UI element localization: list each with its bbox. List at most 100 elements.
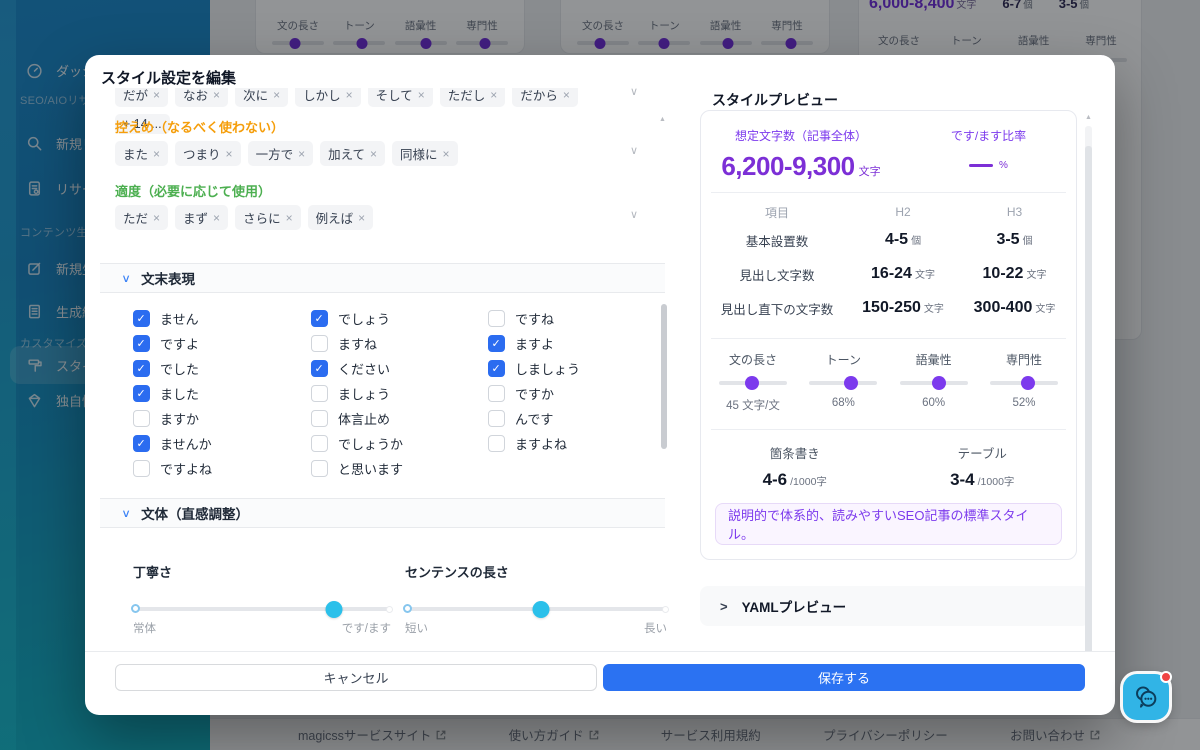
tag-chip[interactable]: ただ× bbox=[115, 205, 168, 230]
checkbox-icon[interactable] bbox=[133, 385, 150, 402]
chevron-down-icon[interactable]: ∨ bbox=[630, 88, 638, 98]
checkbox-icon[interactable] bbox=[311, 360, 328, 377]
ending-option[interactable]: しましょう bbox=[488, 360, 665, 377]
checkbox-icon[interactable] bbox=[311, 460, 328, 477]
slider[interactable] bbox=[719, 381, 787, 385]
checkbox-icon[interactable] bbox=[133, 410, 150, 427]
remove-icon[interactable]: × bbox=[286, 212, 293, 224]
tag-chip[interactable]: また× bbox=[115, 141, 168, 166]
ending-option[interactable]: ですね bbox=[488, 310, 665, 327]
checkbox-icon[interactable] bbox=[133, 435, 150, 452]
tag-chip[interactable]: ただし× bbox=[440, 88, 506, 107]
remove-icon[interactable]: × bbox=[273, 89, 280, 101]
checkbox-icon[interactable] bbox=[488, 435, 505, 452]
remove-icon[interactable]: × bbox=[370, 148, 377, 160]
remove-icon[interactable]: × bbox=[213, 89, 220, 101]
slider-thumb[interactable] bbox=[844, 376, 858, 390]
chevron-down-icon[interactable]: ∨ bbox=[630, 144, 638, 157]
ending-option[interactable]: んです bbox=[488, 410, 665, 427]
ending-option[interactable]: ましょう bbox=[311, 385, 488, 402]
tag-chip[interactable]: 加えて× bbox=[320, 141, 385, 166]
yaml-preview-toggle[interactable]: > YAMLプレビュー bbox=[700, 586, 1090, 626]
chevron-right-icon: > bbox=[720, 599, 728, 614]
tag-chip[interactable]: だが× bbox=[115, 88, 168, 107]
tag-chip[interactable]: 次に× bbox=[235, 88, 288, 107]
ending-option[interactable]: ますか bbox=[133, 410, 311, 427]
ending-option[interactable]: ますよね bbox=[488, 435, 665, 452]
ending-option[interactable]: でした bbox=[133, 360, 311, 377]
tag-chip[interactable]: なお× bbox=[175, 88, 228, 107]
cancel-button[interactable]: キャンセル bbox=[115, 664, 597, 691]
checkbox-icon[interactable] bbox=[488, 310, 505, 327]
ending-option[interactable]: ですよ bbox=[133, 335, 311, 352]
checkbox-icon[interactable] bbox=[488, 385, 505, 402]
ending-option[interactable]: ませんか bbox=[133, 435, 311, 452]
scroll-up-icon[interactable]: ▲ bbox=[1085, 114, 1092, 121]
save-button[interactable]: 保存する bbox=[603, 664, 1085, 691]
tag-chip[interactable]: 一方で× bbox=[248, 141, 314, 166]
sentence-endings-section-header[interactable]: ∨ 文末表現 bbox=[100, 263, 665, 293]
ending-option[interactable]: ですか bbox=[488, 385, 665, 402]
remove-icon[interactable]: × bbox=[213, 212, 220, 224]
checkbox-icon[interactable] bbox=[488, 335, 505, 352]
scroll-up-icon[interactable]: ▲ bbox=[659, 116, 666, 123]
tag-chip[interactable]: 例えば× bbox=[308, 205, 374, 230]
checkbox-icon[interactable] bbox=[133, 460, 150, 477]
tag-chip[interactable]: だから× bbox=[512, 88, 578, 107]
slider-track[interactable] bbox=[405, 607, 667, 611]
tag-chip[interactable]: しかし× bbox=[295, 88, 361, 107]
ending-option[interactable]: ますね bbox=[311, 335, 488, 352]
slider-thumb[interactable] bbox=[326, 601, 343, 618]
slider-thumb[interactable] bbox=[745, 376, 759, 390]
tag-chip[interactable]: さらに× bbox=[235, 205, 301, 230]
tag-chip[interactable]: 同様に× bbox=[392, 141, 458, 166]
checkbox-icon[interactable] bbox=[311, 335, 328, 352]
slider-thumb[interactable] bbox=[533, 601, 550, 618]
checkbox-icon[interactable] bbox=[133, 310, 150, 327]
remove-icon[interactable]: × bbox=[563, 89, 570, 101]
remove-icon[interactable]: × bbox=[358, 212, 365, 224]
checkbox-icon[interactable] bbox=[488, 360, 505, 377]
slider[interactable] bbox=[900, 381, 968, 385]
remove-icon[interactable]: × bbox=[153, 212, 160, 224]
slider[interactable] bbox=[990, 381, 1058, 385]
slider-thumb[interactable] bbox=[1021, 376, 1035, 390]
checkbox-icon[interactable] bbox=[133, 335, 150, 352]
checkbox-icon[interactable] bbox=[133, 360, 150, 377]
ending-option[interactable]: ました bbox=[133, 385, 311, 402]
right-scrollbar-thumb[interactable] bbox=[1085, 146, 1092, 651]
ending-option[interactable]: ません bbox=[133, 310, 311, 327]
remove-icon[interactable]: × bbox=[226, 148, 233, 160]
slider-thumb[interactable] bbox=[932, 376, 946, 390]
remove-icon[interactable]: × bbox=[153, 89, 160, 101]
sentence-length-slider: センテンスの長さ 短い 長い bbox=[405, 562, 667, 636]
ending-option[interactable]: ください bbox=[311, 360, 488, 377]
ending-option[interactable]: でしょう bbox=[311, 310, 488, 327]
left-scrollbar-thumb[interactable] bbox=[661, 304, 667, 449]
slider-track[interactable] bbox=[133, 607, 391, 611]
checkbox-icon[interactable] bbox=[311, 410, 328, 427]
checkbox-icon[interactable] bbox=[488, 410, 505, 427]
remove-icon[interactable]: × bbox=[490, 89, 497, 101]
ratio-dash: — bbox=[969, 164, 993, 168]
checkbox-icon[interactable] bbox=[311, 435, 328, 452]
checkbox-icon[interactable] bbox=[311, 310, 328, 327]
ending-option[interactable]: 体言止め bbox=[311, 410, 488, 427]
tag-chip[interactable]: まず× bbox=[175, 205, 228, 230]
remove-icon[interactable]: × bbox=[298, 148, 305, 160]
chat-widget-button[interactable] bbox=[1123, 674, 1169, 720]
ending-option[interactable]: と思います bbox=[311, 460, 488, 477]
remove-icon[interactable]: × bbox=[418, 89, 425, 101]
ending-option[interactable]: ですよね bbox=[133, 460, 311, 477]
tag-chip[interactable]: つまり× bbox=[175, 141, 241, 166]
ending-option[interactable]: でしょうか bbox=[311, 435, 488, 452]
remove-icon[interactable]: × bbox=[346, 89, 353, 101]
remove-icon[interactable]: × bbox=[153, 148, 160, 160]
ending-option[interactable]: ますよ bbox=[488, 335, 665, 352]
style-tuning-section-header[interactable]: ∨ 文体（直感調整） bbox=[100, 498, 665, 528]
slider[interactable] bbox=[809, 381, 877, 385]
chevron-down-icon[interactable]: ∨ bbox=[630, 208, 638, 221]
remove-icon[interactable]: × bbox=[443, 148, 450, 160]
checkbox-icon[interactable] bbox=[311, 385, 328, 402]
tag-chip[interactable]: そして× bbox=[368, 88, 433, 107]
